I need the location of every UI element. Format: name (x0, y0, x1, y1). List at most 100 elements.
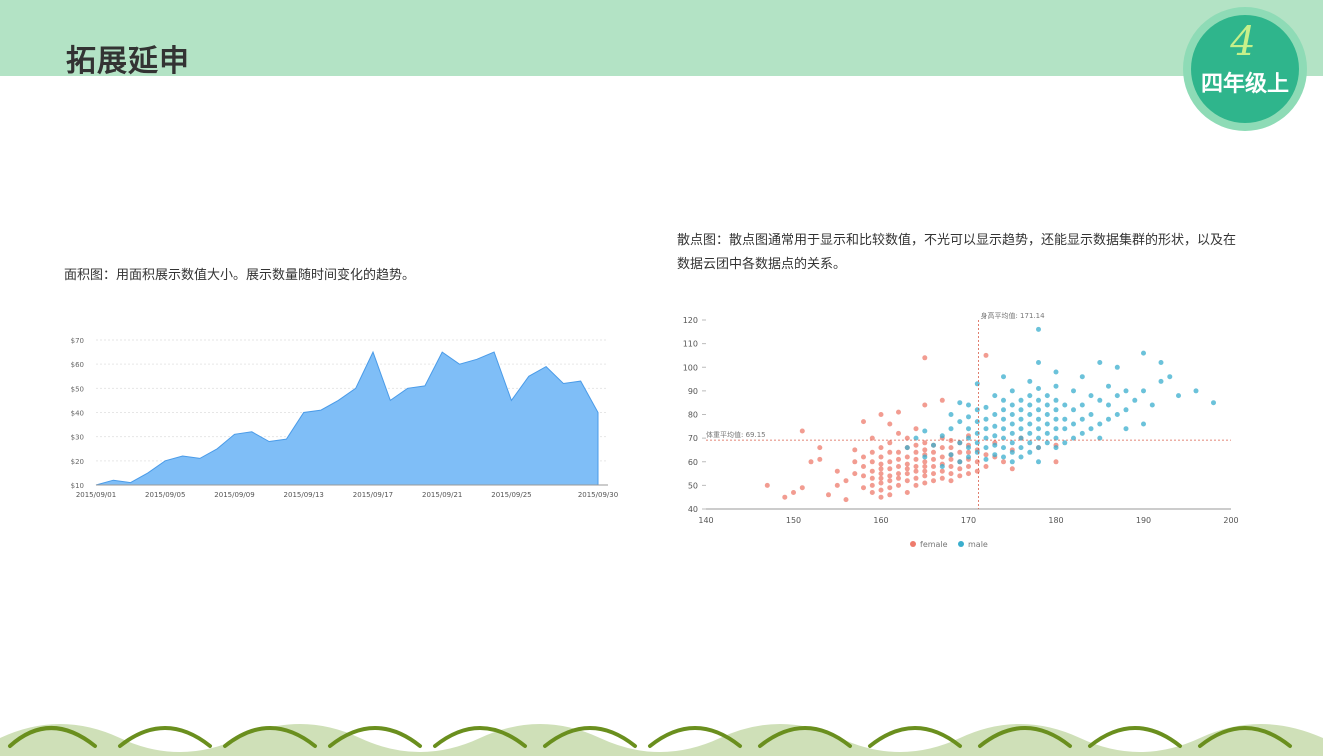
scatter-point-female (957, 473, 963, 479)
scatter-point-female (913, 456, 919, 462)
scatter-point-male (1079, 402, 1085, 408)
scatter-point-male (992, 412, 998, 417)
scatter-point-male (1071, 407, 1076, 413)
scatter-point-male (1036, 407, 1041, 413)
scatter-point-female (904, 466, 910, 472)
scatter-point-male (983, 445, 989, 451)
scatter-point-male (1141, 421, 1146, 427)
scatter-point-female (896, 475, 901, 481)
scatter-point-female (939, 468, 945, 474)
scatter-point-male (1053, 445, 1059, 451)
scatter-point-female (878, 461, 884, 467)
scatter-point-male (1062, 426, 1068, 432)
scatter-point-female (966, 449, 971, 455)
area-x-tick-label: 2015/09/13 (284, 491, 324, 499)
badge-digit: 4 (1229, 19, 1255, 65)
scatter-y-tick-label: 110 (683, 340, 698, 349)
scatter-point-male (1114, 412, 1120, 417)
scatter-point-female (861, 485, 866, 491)
scatter-point-male (1079, 374, 1085, 380)
scatter-point-male (1001, 374, 1006, 380)
scatter-point-female (922, 402, 928, 408)
scatter-point-male (1001, 407, 1006, 413)
scatter-point-female (843, 478, 849, 484)
scatter-point-male (948, 412, 954, 417)
scatter-point-male (1009, 402, 1015, 408)
scatter-point-male (974, 381, 980, 387)
scatter-point-male (992, 442, 998, 448)
bottom-wave-decoration (0, 724, 1323, 756)
scatter-point-male (1053, 426, 1059, 432)
scatter-point-male (1062, 402, 1068, 408)
scatter-point-male (1036, 416, 1041, 422)
scatter-chart-description: 散点图：散点图通常用于显示和比较数值，不光可以显示趋势，还能显示数据集群的形状，… (677, 233, 1237, 272)
scatter-point-male (1097, 397, 1103, 403)
scatter-y-tick-label: 80 (688, 411, 698, 420)
scatter-point-male (1001, 454, 1006, 460)
scatter-point-female (931, 449, 936, 455)
scatter-point-female (957, 449, 963, 455)
scatter-point-male (974, 407, 980, 413)
scatter-point-female (922, 464, 928, 469)
scatter-point-male (1036, 360, 1041, 365)
scatter-point-male (1053, 397, 1059, 403)
scatter-point-male (1027, 449, 1033, 455)
scatter-point-male (1044, 421, 1050, 427)
scatter-point-male (1079, 430, 1085, 436)
scatter-point-female (931, 478, 936, 484)
scatter-point-female (887, 473, 893, 479)
scatter-point-male (1123, 388, 1129, 394)
scatter-point-female (913, 475, 919, 481)
scatter-point-female (791, 490, 796, 495)
scatter-point-male (966, 426, 971, 432)
scatter-point-male (1106, 383, 1111, 389)
scatter-point-female (826, 492, 831, 498)
scatter-point-male (1158, 360, 1164, 365)
scatter-point-male (931, 442, 936, 448)
scatter-point-male (1114, 393, 1120, 399)
scatter-point-female (896, 430, 901, 436)
scatter-point-male (1027, 421, 1033, 427)
scatter-x-tick-label: 200 (1223, 516, 1238, 525)
scatter-point-male (957, 440, 963, 446)
scatter-point-male (1001, 426, 1006, 432)
area-y-tick-label: $60 (71, 361, 84, 369)
scatter-chart: 40 50 60 70 80 90 100 110 120 140 150 160 170 180 190 2… (683, 311, 1239, 549)
scatter-point-female (904, 471, 910, 477)
scatter-point-male (974, 449, 980, 455)
area-x-tick-label: 2015/09/09 (214, 491, 254, 499)
scatter-point-female (861, 454, 866, 460)
scatter-point-male (1009, 412, 1015, 417)
area-x-tick-label: 2015/09/25 (491, 491, 531, 499)
scatter-point-female (869, 459, 875, 465)
scatter-point-female (878, 412, 884, 417)
scatter-point-male (1009, 440, 1015, 446)
scatter-point-male (974, 440, 980, 446)
scatter-point-female (922, 473, 928, 479)
scatter-point-female (878, 471, 884, 477)
scatter-point-female (887, 440, 893, 446)
scatter-point-male (1036, 459, 1041, 465)
scatter-point-male (1009, 459, 1015, 465)
scatter-x-tick-label: 180 (1048, 516, 1063, 525)
scatter-point-female (861, 473, 866, 479)
scatter-point-female (931, 471, 936, 477)
scatter-point-male (1062, 440, 1068, 446)
scatter-point-female (878, 480, 884, 486)
scatter-point-female (922, 480, 928, 486)
scatter-point-male (1141, 388, 1146, 394)
scatter-point-female (878, 454, 884, 460)
scatter-point-female (887, 478, 893, 484)
grade-badge: 4 四年级上 (1183, 7, 1307, 131)
scatter-point-female (878, 487, 884, 493)
scatter-point-female (896, 449, 901, 455)
scatter-point-female (896, 456, 901, 462)
scatter-point-female (887, 421, 893, 427)
scatter-point-male (922, 454, 928, 460)
scatter-point-male (1211, 400, 1216, 406)
scatter-point-female (852, 447, 858, 453)
scatter-point-male (939, 464, 945, 469)
scatter-point-female (869, 468, 875, 474)
scatter-point-male (1044, 402, 1050, 408)
scatter-point-female (904, 490, 910, 495)
